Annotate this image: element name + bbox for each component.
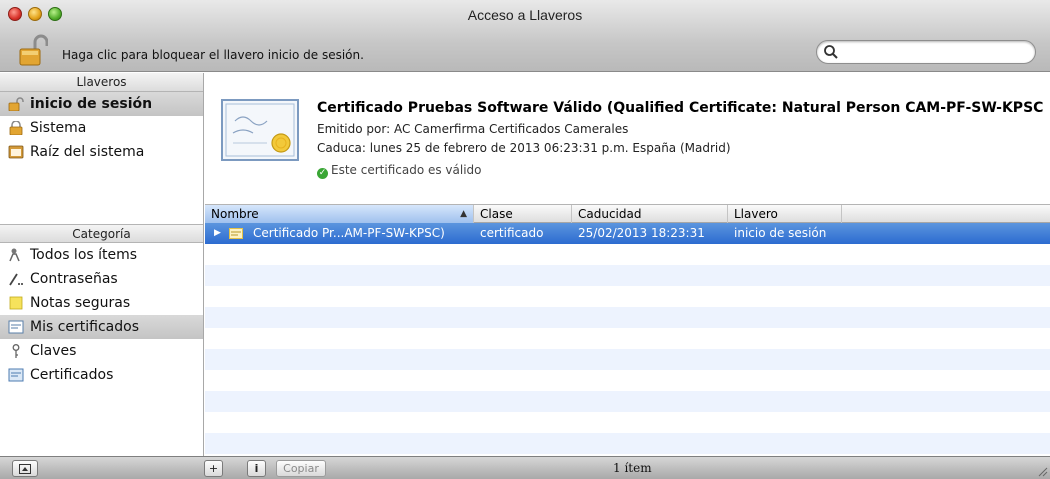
copy-button[interactable]: Copiar [276,460,326,477]
category-header: Categoría [0,224,203,243]
window-title: Acceso a Llaveros [467,7,583,23]
window-titlebar: Acceso a Llaveros Haga clic para bloquea… [0,0,1050,72]
empty-row [205,265,1050,286]
certificate-title: Certificado Pruebas Software Válido (Qua… [317,100,1044,116]
keychains-header: Llaveros [0,73,203,92]
table-row[interactable]: ▶ Certificado Pr...AM-PF-SW-KPSC) certif… [205,223,1050,244]
certificate-preview-icon [221,99,299,161]
open-lock-icon [8,97,24,111]
cell-name: Certificado Pr...AM-PF-SW-KPSC) [253,226,445,240]
certificate-validity: ✓ Este certificado es válido [317,163,482,179]
sidebar-item-passwords[interactable]: Contraseñas [0,267,203,291]
open-lock-icon[interactable] [18,34,48,66]
certificate-icon [8,320,24,334]
add-item-button[interactable]: + [204,460,223,477]
table-header: Nombre ▲ Clase Caducidad Llavero [205,204,1050,223]
people-icon [9,248,20,262]
sidebar-item-login[interactable]: inicio de sesión [0,92,203,116]
sort-ascending-icon: ▲ [460,209,467,219]
column-header-expiry[interactable]: Caducidad [572,205,728,223]
search-field[interactable] [816,40,1036,64]
lock-icon [9,121,23,135]
cell-class: certificado [480,226,544,240]
column-header-name[interactable]: Nombre ▲ [205,205,474,223]
empty-row [205,370,1050,391]
bottom-bar: + i Copiar 1 ítem [0,456,1050,479]
sidebar-item-label: Claves [30,343,77,359]
resize-grip-icon[interactable] [1036,465,1048,477]
disclosure-triangle-icon[interactable]: ▶ [214,223,221,244]
sidebar-item-label: Contraseñas [30,271,118,287]
column-header-keychain[interactable]: Llavero [728,205,842,223]
certificate-icon [8,368,24,382]
sidebar-item-label: Raíz del sistema [30,144,145,160]
items-table: Nombre ▲ Clase Caducidad Llavero ▶ Certi… [205,204,1050,456]
sidebar: Llaveros inicio de sesión Sistema Raíz d… [0,73,204,456]
sidebar-item-keys[interactable]: Claves [0,339,203,363]
sidebar-item-label: Sistema [30,120,87,136]
sidebar-item-label: Mis certificados [30,319,139,335]
sidebar-item-all-items[interactable]: Todos los ítems [0,243,203,267]
empty-row [205,307,1050,328]
sidebar-item-secure-notes[interactable]: Notas seguras [0,291,203,315]
key-icon [12,344,20,358]
empty-row [205,328,1050,349]
certificate-icon [229,228,243,239]
checkmark-icon: ✓ [317,168,328,179]
certificate-expiry: Caduca: lunes 25 de febrero de 2013 06:2… [317,141,731,155]
certificate-detail-panel: Certificado Pruebas Software Válido (Qua… [205,73,1050,204]
category-section: Categoría Todos los ítems Contraseñas No… [0,224,203,387]
lock-keychain-label[interactable]: Haga clic para bloquear el llavero inici… [62,48,364,62]
empty-row [205,349,1050,370]
search-input[interactable] [843,43,1029,61]
sidebar-item-system-roots[interactable]: Raíz del sistema [0,140,203,164]
empty-row [205,244,1050,265]
certificate-issuer: Emitido por: AC Camerfirma Certificados … [317,122,629,136]
show-preview-button[interactable] [12,460,38,477]
cabinet-icon [8,145,24,159]
sidebar-item-system[interactable]: Sistema [0,116,203,140]
empty-row [205,433,1050,454]
note-icon [9,296,23,310]
sidebar-item-my-certificates[interactable]: Mis certificados [0,315,203,339]
empty-row [205,391,1050,412]
sidebar-item-certificates[interactable]: Certificados [0,363,203,387]
sidebar-item-label: Notas seguras [30,295,131,311]
sidebar-item-label: inicio de sesión [30,96,153,112]
get-info-button[interactable]: i [247,460,266,477]
validity-text: Este certificado es válido [331,163,482,177]
empty-row [205,286,1050,307]
empty-row [205,412,1050,433]
sidebar-item-label: Certificados [30,367,114,383]
cell-expiry: 25/02/2013 18:23:31 [578,226,705,240]
sidebar-item-label: Todos los ítems [30,247,138,263]
search-icon [824,45,838,59]
column-header-class[interactable]: Clase [474,205,572,223]
item-count: 1 ítem [613,461,652,475]
cell-keychain: inicio de sesión [734,226,827,240]
preview-toggle-icon [19,464,31,474]
password-icon [9,273,23,286]
